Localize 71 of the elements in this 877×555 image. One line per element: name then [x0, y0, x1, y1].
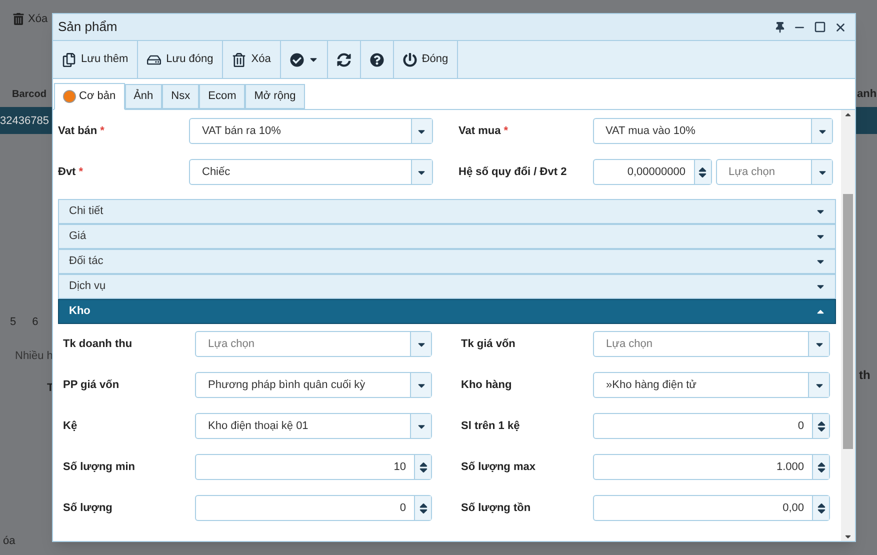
page-number[interactable]: 6: [32, 314, 38, 330]
field-label: Số lượng tồn: [461, 500, 532, 516]
select-field[interactable]: Lựa chọn: [716, 159, 833, 185]
tab[interactable]: Ecom: [199, 84, 246, 109]
column-header: Barcod: [12, 88, 46, 102]
field-label: Số lượng: [63, 500, 114, 516]
maximize-icon[interactable]: [814, 21, 826, 33]
field-label: Vat bán *: [58, 124, 106, 139]
tab[interactable]: Ảnh: [124, 84, 162, 109]
toolbar-button[interactable]: Lưu đóng: [138, 41, 224, 78]
page-number[interactable]: 5: [10, 314, 16, 330]
field-label: Số lượng min: [63, 460, 136, 475]
accordion-header[interactable]: Đối tác: [58, 249, 836, 274]
pin-icon[interactable]: [775, 22, 785, 32]
help-icon: [370, 52, 384, 66]
table-row: 32436785: [0, 107, 53, 134]
field-label: Kệ: [63, 418, 78, 434]
accordion-header[interactable]: Kho: [58, 299, 836, 324]
trash-icon: [232, 52, 246, 66]
tab[interactable]: Nsx: [162, 84, 200, 109]
trash-icon: [13, 13, 24, 26]
field-label: Đvt *: [58, 164, 84, 180]
background-tab[interactable]: óa: [3, 533, 16, 550]
background-text: Nhiều h: [15, 349, 53, 364]
scrollbar[interactable]: [841, 110, 855, 541]
number-field[interactable]: 0,00: [593, 495, 830, 521]
field-label: Tk giá vốn: [461, 336, 516, 352]
column-header: anh: [857, 87, 877, 102]
spinner-icon: [816, 460, 826, 474]
number-field[interactable]: 1.000: [593, 454, 830, 480]
number-field[interactable]: 10: [195, 454, 432, 480]
field-label: Tk doanh thu: [63, 336, 134, 352]
window-title: Sản phẩm: [58, 18, 118, 36]
select-field[interactable]: Lựa chọn: [195, 331, 432, 357]
drive-icon: [147, 52, 162, 66]
select-field[interactable]: Phương pháp bình quân cuối kỳ: [195, 372, 432, 398]
copy-icon: [62, 52, 76, 66]
tab[interactable]: Mở rộng: [245, 84, 305, 109]
accordion-header[interactable]: Chi tiết: [58, 199, 836, 224]
field-label: PP giá vốn: [63, 378, 120, 393]
number-field[interactable]: 0: [195, 495, 432, 521]
spinner-icon: [816, 420, 826, 432]
field-label: Sl trên 1 kệ: [461, 418, 521, 434]
spinner-icon: [816, 502, 826, 514]
delete-button[interactable]: Xóa: [28, 11, 48, 28]
power-icon: [402, 52, 417, 66]
toolbar-button[interactable]: Đóng: [394, 41, 458, 78]
select-field[interactable]: VAT bán ra 10%: [189, 118, 432, 144]
refresh-icon: [336, 52, 351, 66]
tab[interactable]: Cơ bản: [54, 83, 125, 110]
spinner-icon: [698, 166, 707, 178]
select-field[interactable]: Chiếc: [189, 159, 432, 185]
number-field[interactable]: 0: [593, 413, 830, 439]
number-field[interactable]: 0,00000000: [592, 159, 712, 185]
background-text: th: [859, 367, 870, 384]
table-row: [856, 107, 877, 134]
select-field[interactable]: Lựa chọn: [593, 331, 830, 357]
select-field[interactable]: VAT mua vào 10%: [592, 118, 833, 144]
field-label: Kho hàng: [461, 378, 513, 393]
accordion-header[interactable]: Dịch vụ: [58, 274, 836, 299]
field-label: Vat mua *: [458, 124, 510, 139]
accordion-header[interactable]: Giá: [58, 224, 836, 249]
toolbar-button[interactable]: Xóa: [223, 41, 281, 78]
select-field[interactable]: Kho điện thoại kệ 01: [195, 413, 432, 439]
spinner-icon: [418, 502, 428, 514]
field-label: Số lượng max: [461, 460, 536, 475]
spinner-icon: [418, 460, 428, 474]
field-label: Hệ số quy đổi / Đvt 2: [458, 164, 568, 180]
toolbar-button[interactable]: Lưu thêm: [53, 41, 138, 78]
select-field[interactable]: »Kho hàng điện tử: [593, 372, 830, 398]
close-icon[interactable]: [834, 20, 847, 34]
